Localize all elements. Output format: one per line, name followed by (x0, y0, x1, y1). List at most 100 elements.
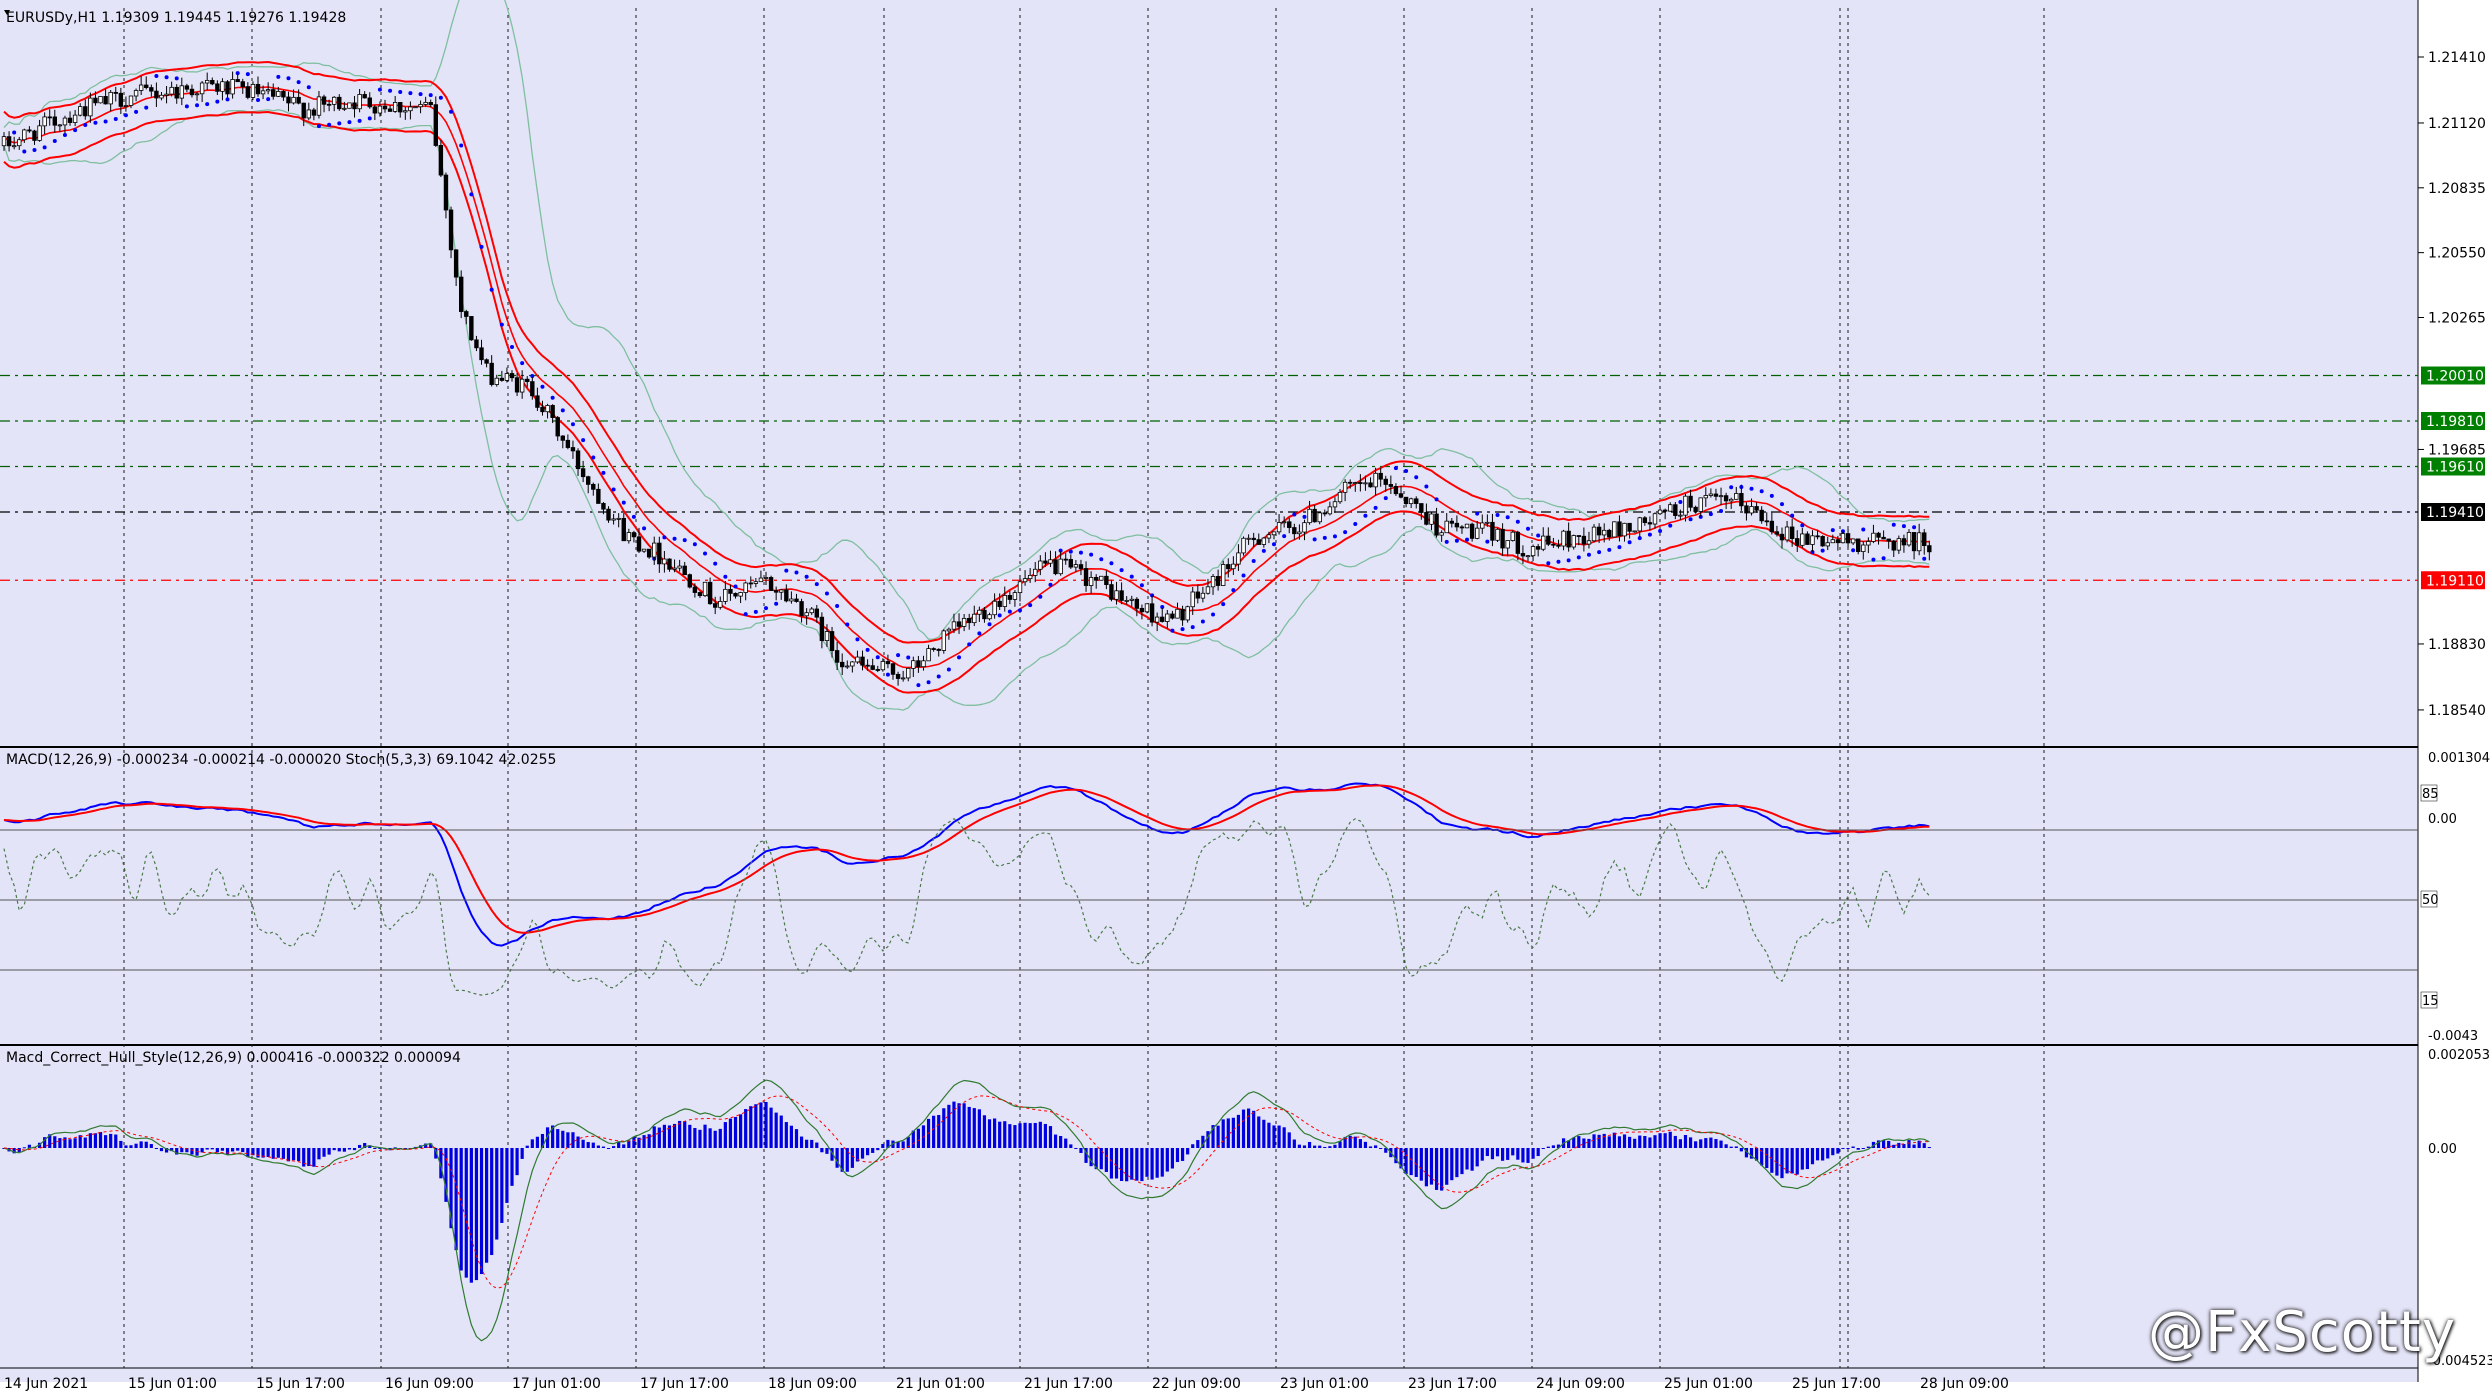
candle-body (52, 116, 57, 126)
histogram-bar (805, 1139, 809, 1148)
histogram-bar (1460, 1148, 1464, 1175)
sar-dot (225, 97, 230, 102)
histogram-bar (109, 1133, 113, 1148)
candle-body (738, 592, 743, 597)
candle-body (149, 87, 154, 92)
histogram-bar (1633, 1138, 1637, 1148)
candle-body (789, 598, 794, 602)
candle-body (784, 589, 789, 602)
candle-body (580, 468, 586, 478)
candle-body (1840, 533, 1846, 544)
y-tick-label: 1.18830 (2428, 637, 2486, 653)
candle-body (464, 311, 469, 317)
histogram-bar (1302, 1145, 1307, 1148)
candle-body (1607, 529, 1612, 538)
histogram-bar (1196, 1140, 1200, 1148)
histogram-bar (1638, 1135, 1642, 1148)
candle-body (814, 608, 819, 618)
sar-dot (296, 80, 301, 85)
sar-dot (1800, 523, 1805, 528)
histogram-bar (180, 1148, 184, 1153)
sar-dot (1515, 519, 1520, 524)
candle-body (530, 381, 535, 397)
candle-body (870, 665, 875, 670)
histogram-bar (1546, 1146, 1550, 1148)
histogram-bar (576, 1136, 580, 1148)
histogram-bar (784, 1122, 788, 1148)
candle-body (1729, 498, 1734, 502)
candle-body (1520, 553, 1526, 557)
sar-dot (1851, 548, 1856, 553)
sar-dot (1343, 530, 1348, 535)
sar-dot (570, 422, 575, 427)
sar-dot (1475, 511, 1480, 516)
histogram-bar (1628, 1136, 1632, 1148)
candle-body (906, 667, 911, 679)
histogram-bar (698, 1129, 702, 1148)
sar-dot (1526, 526, 1530, 531)
histogram-bar (1175, 1148, 1180, 1163)
sar-dot (388, 88, 393, 93)
histogram-bar (1064, 1138, 1068, 1148)
sar-dot (1373, 505, 1378, 510)
sar-dot (1566, 558, 1571, 563)
y-tick-label: 1.19685 (2428, 442, 2486, 458)
histogram-bar (774, 1112, 778, 1148)
histogram-bar (1643, 1136, 1647, 1148)
candle-body (596, 488, 601, 504)
x-tick-label: 25 Jun 01:00 (1664, 1376, 1753, 1392)
histogram-bar (612, 1146, 616, 1148)
sar-dot (1048, 582, 1053, 587)
candle-body (1378, 472, 1383, 480)
candle-body (1642, 517, 1648, 524)
x-tick-label: 23 Jun 17:00 (1408, 1376, 1497, 1392)
candle-body (855, 656, 860, 663)
histogram-bar (591, 1142, 595, 1148)
histogram-bar (1465, 1148, 1469, 1170)
histogram-bar (571, 1132, 575, 1148)
candle-body (1094, 577, 1099, 581)
sar-dot (591, 455, 596, 460)
candle-body (403, 110, 408, 113)
candle-body (667, 558, 672, 570)
candle-body (1561, 530, 1566, 547)
histogram-bar (1318, 1145, 1322, 1148)
histogram-bar (744, 1109, 748, 1148)
candle-body (1505, 540, 1510, 549)
candle-body (1541, 535, 1546, 550)
histogram-bar (1323, 1146, 1327, 1148)
sar-dot (1170, 628, 1175, 633)
histogram-bar (231, 1148, 235, 1152)
candle-body (1688, 495, 1693, 508)
candle-body (1261, 537, 1267, 545)
sar-dot (1729, 485, 1734, 490)
candle-body (1810, 535, 1815, 545)
candle-body (1576, 535, 1581, 537)
candle-body (189, 88, 195, 96)
histogram-bar (1287, 1132, 1291, 1148)
sar-dot (1830, 528, 1835, 533)
candle-body (1495, 528, 1500, 541)
histogram-bar (1790, 1148, 1794, 1174)
candle-body (1, 136, 7, 147)
histogram-bar (1704, 1138, 1708, 1148)
sar-dot (337, 121, 342, 126)
sar-dot (611, 487, 616, 492)
candle-body (1027, 574, 1033, 580)
x-tick-label: 15 Jun 17:00 (256, 1376, 345, 1392)
histogram-bar (1795, 1148, 1799, 1175)
histogram-bar (1668, 1131, 1672, 1148)
sar-dot (32, 148, 37, 153)
histogram-bar (932, 1115, 936, 1148)
sar-dot (1018, 608, 1022, 613)
sar-dot (855, 637, 860, 642)
candle-body (865, 664, 870, 667)
candle-body (1073, 564, 1079, 568)
histogram-bar (672, 1123, 677, 1148)
histogram-bar (825, 1148, 829, 1154)
sar-dot (1221, 602, 1226, 607)
sar-dot (662, 535, 667, 540)
sar-dot (1759, 489, 1764, 494)
candle-body (723, 588, 728, 602)
histogram-bar (1927, 1147, 1931, 1149)
